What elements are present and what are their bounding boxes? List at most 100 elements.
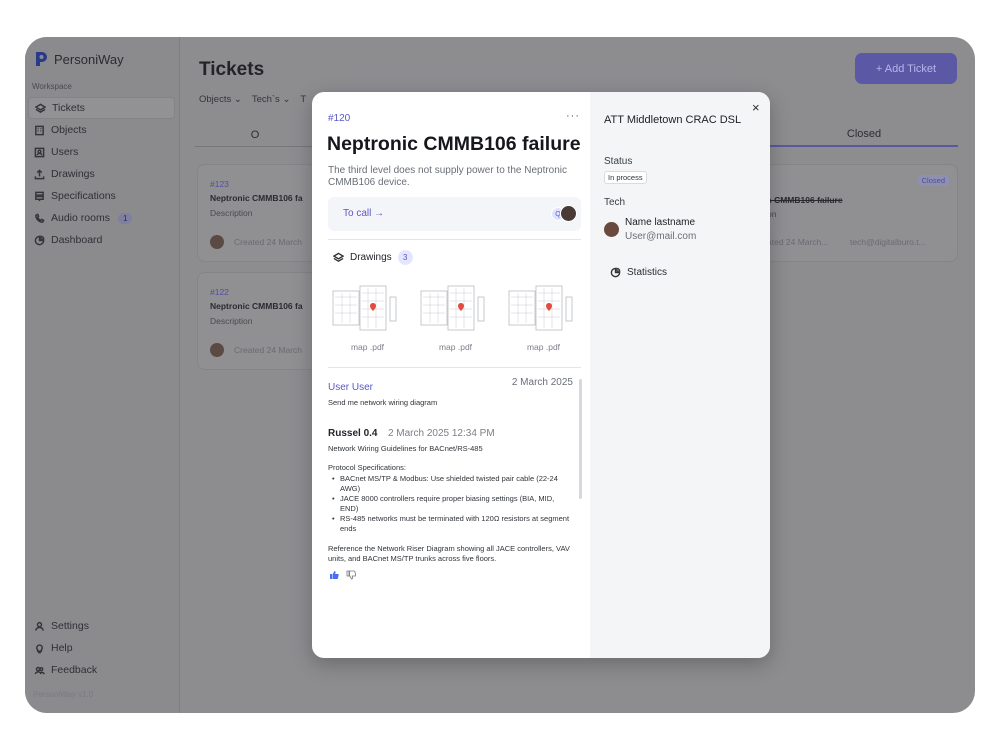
call-participants: Q bbox=[551, 205, 577, 223]
reactions bbox=[328, 569, 573, 580]
ticket-description: The third level does not supply power to… bbox=[328, 165, 568, 188]
tech-label: Tech bbox=[604, 197, 626, 208]
sidebar-bottom-nav: Settings Help Feedback bbox=[28, 615, 175, 681]
avatar bbox=[210, 343, 224, 357]
sidebar-item-dashboard[interactable]: Dashboard bbox=[28, 229, 175, 251]
sidebar-item-label: Dashboard bbox=[51, 234, 103, 246]
avatar bbox=[604, 222, 619, 237]
logo-icon bbox=[36, 52, 47, 66]
audio-rooms-badge: 1 bbox=[117, 212, 133, 224]
ticket-card-description: Description bbox=[210, 208, 253, 218]
database-icon bbox=[35, 191, 44, 201]
list-item: JACE 8000 controllers require proper bia… bbox=[328, 494, 573, 514]
sidebar-item-label: Settings bbox=[51, 620, 89, 632]
upload-icon bbox=[34, 168, 45, 179]
drawing-label: map .pdf bbox=[526, 342, 561, 352]
ticket-card[interactable]: #123 Neptronic CMMB106 fa Description Cr… bbox=[197, 164, 317, 262]
close-icon[interactable]: × bbox=[752, 100, 760, 115]
to-call-link[interactable]: To call → bbox=[343, 208, 384, 219]
ticket-card-title: Neptronic CMMB106 fa bbox=[210, 193, 303, 203]
object-name: ATT Middletown CRAC DSL bbox=[604, 114, 742, 126]
page-title: Tickets bbox=[199, 59, 265, 80]
ticket-card-meta: Created 24 March bbox=[234, 237, 303, 247]
drawing-thumbnail[interactable] bbox=[506, 285, 581, 335]
filter-third[interactable]: T bbox=[300, 94, 306, 105]
drawing-label: map .pdf bbox=[350, 342, 385, 352]
comment-footer: Reference the Network Riser Diagram show… bbox=[328, 544, 570, 563]
tech-email: User@mail.com bbox=[625, 231, 697, 242]
call-panel: To call → Q bbox=[328, 197, 581, 231]
sidebar-item-users[interactable]: Users bbox=[28, 141, 175, 163]
avatar bbox=[560, 205, 577, 222]
comment-text: Send me network wiring diagram bbox=[328, 398, 438, 407]
comment-date: 2 March 2025 bbox=[511, 377, 573, 388]
phone-icon bbox=[35, 212, 45, 223]
ticket-card-id: #122 bbox=[210, 287, 229, 297]
ticket-card-description: Description bbox=[210, 316, 253, 326]
filter-techs[interactable]: Tech`s ⌄ bbox=[252, 94, 291, 105]
sidebar-item-specifications[interactable]: Specifications bbox=[28, 185, 175, 207]
ticket-details-panel: × ATT Middletown CRAC DSL Status In proc… bbox=[590, 92, 770, 658]
sidebar-item-help[interactable]: Help bbox=[28, 637, 175, 659]
divider bbox=[328, 367, 581, 368]
sidebar-item-label: Feedback bbox=[51, 664, 98, 676]
more-options-icon[interactable]: ··· bbox=[566, 110, 580, 122]
sidebar-item-label: Help bbox=[51, 642, 73, 654]
sidebar-item-audio-rooms[interactable]: Audio rooms 1 bbox=[28, 207, 175, 229]
drawing-thumbnail[interactable] bbox=[330, 285, 405, 335]
sidebar-item-label: Drawings bbox=[51, 168, 95, 180]
sidebar-nav: Tickets Objects Users Drawings Specifica… bbox=[28, 97, 175, 251]
drawing-label: map .pdf bbox=[438, 342, 473, 352]
filter-objects[interactable]: Objects ⌄ bbox=[199, 94, 242, 105]
ticket-card-email: tech@digitalburo.t... bbox=[850, 237, 926, 247]
sidebar-item-drawings[interactable]: Drawings bbox=[28, 163, 175, 185]
ticket-card[interactable]: #122 Neptronic CMMB106 fa Description Cr… bbox=[197, 272, 317, 370]
sidebar: PersoniWay Workspace Tickets Objects Use… bbox=[25, 37, 180, 713]
add-ticket-button[interactable]: + Add Ticket bbox=[855, 53, 957, 84]
list-item: RS-485 networks must be terminated with … bbox=[328, 514, 573, 534]
ticket-modal: #120 ··· Neptronic CMMB106 failure The t… bbox=[312, 92, 770, 658]
avatar bbox=[210, 235, 224, 249]
person-icon bbox=[35, 621, 44, 631]
thumbs-down-icon[interactable] bbox=[345, 569, 356, 580]
status-badge: Closed bbox=[917, 175, 949, 186]
sidebar-item-label: Audio rooms bbox=[51, 212, 110, 224]
drawing-thumbnail[interactable] bbox=[418, 285, 493, 335]
comment-author[interactable]: Russel 0.4 bbox=[328, 428, 377, 439]
comments-scrollbar[interactable] bbox=[579, 379, 582, 499]
layers-icon bbox=[333, 252, 344, 262]
app-window: PersoniWay Workspace Tickets Objects Use… bbox=[25, 37, 975, 713]
thumbs-up-icon[interactable] bbox=[328, 569, 339, 580]
column-header-closed[interactable]: Closed bbox=[770, 123, 958, 147]
filter-bar: Objects ⌄ Tech`s ⌄ T bbox=[199, 94, 306, 105]
brand-name: PersoniWay bbox=[54, 51, 124, 67]
drawings-header[interactable]: Drawings 3 bbox=[333, 250, 413, 265]
ticket-card-title: s CMMB106 failure bbox=[767, 195, 843, 205]
app-version: PersoniWay v1.0 bbox=[33, 690, 94, 699]
drawings-count-badge: 3 bbox=[397, 250, 413, 265]
sidebar-item-feedback[interactable]: Feedback bbox=[28, 659, 175, 681]
sidebar-item-objects[interactable]: Objects bbox=[28, 119, 175, 141]
sidebar-item-label: Tickets bbox=[52, 102, 85, 114]
filter-label: Objects bbox=[199, 94, 232, 105]
sidebar-item-label: Objects bbox=[51, 124, 87, 136]
sidebar-item-settings[interactable]: Settings bbox=[28, 615, 175, 637]
ticket-card-title: Neptronic CMMB106 fa bbox=[210, 301, 303, 311]
ticket-card-meta: ated 24 March... bbox=[767, 237, 829, 247]
sidebar-item-tickets[interactable]: Tickets bbox=[28, 97, 175, 119]
layers-icon bbox=[35, 103, 46, 113]
sidebar-item-label: Specifications bbox=[51, 190, 116, 202]
brand[interactable]: PersoniWay bbox=[34, 51, 124, 67]
building-icon bbox=[35, 125, 44, 135]
comment-date: 2 March 2025 12:34 PM bbox=[387, 428, 495, 439]
tech-name: Name lastname bbox=[625, 217, 696, 228]
closed-ticket-card[interactable]: Closed s CMMB106 failure on ated 24 Marc… bbox=[755, 164, 958, 262]
statistics-link[interactable]: Statistics bbox=[610, 267, 667, 278]
comment-spec-title: Protocol Specifications: bbox=[328, 463, 406, 472]
column-header-open[interactable]: O bbox=[195, 123, 315, 147]
status-label: Status bbox=[604, 156, 633, 167]
list-item: BACnet MS/TP & Modbus: Use shielded twis… bbox=[328, 474, 573, 494]
comment-author[interactable]: User User bbox=[328, 382, 373, 393]
pie-chart-icon bbox=[610, 267, 621, 278]
status-badge[interactable]: In process bbox=[604, 171, 647, 184]
